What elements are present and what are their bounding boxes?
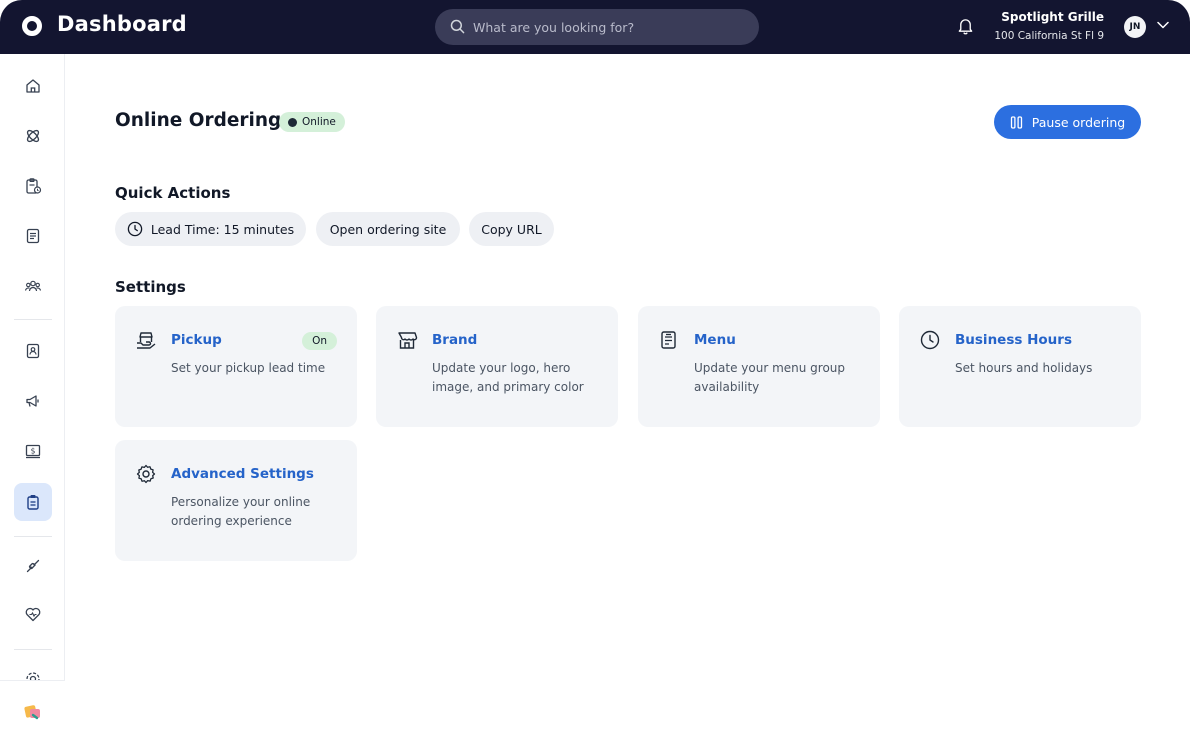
- settings-card-menu[interactable]: Menu Update your menu group availability: [638, 306, 880, 427]
- contacts-icon: [26, 343, 40, 359]
- lead-time-label: Lead Time: 15 minutes: [150, 221, 295, 237]
- open-ordering-site-label: Open ordering site: [329, 221, 447, 237]
- app-frame: Dashboard Spotlight Grille 100 Californi…: [0, 0, 1190, 744]
- sidebar-item-support[interactable]: [14, 595, 52, 633]
- avatar[interactable]: JN: [1124, 16, 1146, 38]
- enabled-badge: On: [302, 332, 337, 350]
- app-title: Dashboard: [57, 12, 187, 36]
- sidebar-item-payments[interactable]: $: [14, 432, 52, 470]
- lead-time-chip[interactable]: Lead Time: 15 minutes: [115, 212, 306, 246]
- svg-text:$: $: [31, 446, 36, 455]
- store-icon: [398, 332, 418, 349]
- clock-icon: [127, 221, 143, 237]
- sidebar-divider: [14, 536, 52, 537]
- logo-icon[interactable]: [22, 16, 42, 36]
- card-description: Update your menu group availability: [694, 361, 846, 394]
- card-description: Update your logo, hero image, and primar…: [432, 361, 584, 394]
- pickup-icon: [137, 332, 156, 349]
- settings-card-advanced[interactable]: Advanced Settings Personalize your onlin…: [115, 440, 357, 561]
- integrations-icon: [26, 559, 40, 573]
- sidebar-item-home[interactable]: [14, 67, 52, 105]
- copy-url-chip[interactable]: Copy URL: [469, 212, 554, 246]
- card-title: Business Hours: [955, 332, 1072, 348]
- settings-title: Settings: [115, 278, 186, 296]
- settings-card-business-hours[interactable]: Business Hours Set hours and holidays: [899, 306, 1141, 427]
- payments-icon: $: [25, 444, 41, 459]
- sidebar-item-apps[interactable]: [14, 693, 52, 731]
- chevron-down-icon[interactable]: [1157, 21, 1169, 29]
- search-input[interactable]: [473, 9, 749, 45]
- sidebar-footer: [0, 680, 65, 744]
- pause-icon: [1010, 115, 1022, 129]
- sidebar-divider: [14, 649, 52, 650]
- settings-card-pickup[interactable]: Pickup On Set your pickup lead time: [115, 306, 357, 427]
- pause-ordering-label: Pause ordering: [1031, 114, 1126, 130]
- card-title: Pickup: [171, 332, 222, 348]
- team-icon: [24, 280, 42, 292]
- search-bar[interactable]: [435, 9, 759, 45]
- marketing-icon: [26, 395, 39, 407]
- quick-actions-title: Quick Actions: [115, 184, 231, 202]
- orders-icon: [26, 129, 40, 143]
- sidebar-item-integrations[interactable]: [14, 547, 52, 585]
- sidebar-item-tasks[interactable]: [14, 167, 52, 205]
- online-ordering-icon: [27, 495, 39, 510]
- open-ordering-site-chip[interactable]: Open ordering site: [316, 212, 460, 246]
- main-content: Online Ordering Online Pause ordering Qu…: [65, 54, 1190, 744]
- page-title: Online Ordering: [115, 110, 282, 131]
- sidebar: $: [0, 54, 65, 744]
- status-label: Online: [302, 116, 336, 128]
- sidebar-item-menus[interactable]: [14, 217, 52, 255]
- card-title: Advanced Settings: [171, 466, 314, 482]
- menu-icon: [26, 228, 40, 244]
- card-description: Set your pickup lead time: [171, 361, 326, 375]
- clipboard-icon: [26, 178, 42, 194]
- home-icon: [26, 79, 40, 93]
- top-bar: Dashboard Spotlight Grille 100 Californi…: [0, 0, 1190, 54]
- sidebar-item-marketing[interactable]: [14, 382, 52, 420]
- gear-icon: [136, 464, 156, 484]
- card-description: Set hours and holidays: [955, 361, 1093, 375]
- status-dot-icon: [288, 117, 297, 127]
- copy-url-label: Copy URL: [481, 221, 542, 237]
- support-icon: [25, 607, 41, 622]
- pause-ordering-button[interactable]: Pause ordering: [994, 105, 1141, 139]
- card-description: Personalize your online ordering experie…: [171, 495, 311, 528]
- card-title: Menu: [694, 332, 736, 348]
- menu-doc-icon: [661, 331, 676, 349]
- sidebar-item-orders[interactable]: [14, 117, 52, 155]
- account-name[interactable]: Spotlight Grille: [1001, 10, 1104, 24]
- card-title: Brand: [432, 332, 478, 348]
- sidebar-item-online-ordering[interactable]: [14, 483, 52, 521]
- account-address: 100 California St Fl 9: [994, 30, 1104, 42]
- status-badge: Online: [279, 112, 345, 132]
- search-icon: [450, 19, 465, 34]
- sidebar-item-contacts[interactable]: [14, 332, 52, 370]
- bell-icon[interactable]: [957, 17, 974, 35]
- sidebar-divider: [14, 319, 52, 320]
- apps-icon: [24, 705, 40, 720]
- clock-icon: [920, 330, 940, 350]
- sidebar-item-team[interactable]: [14, 267, 52, 305]
- settings-card-brand[interactable]: Brand Update your logo, hero image, and …: [376, 306, 618, 427]
